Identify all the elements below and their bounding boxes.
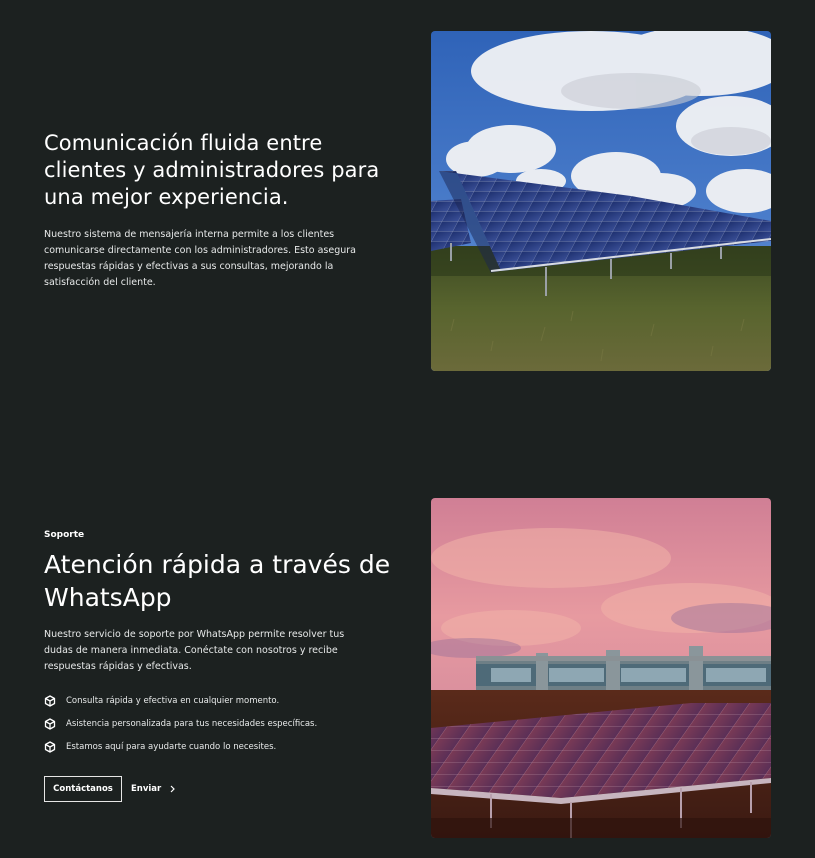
support-title: Atención rápida a través de WhatsApp (44, 550, 391, 612)
support-section-text: Soporte Atención rápida a través de What… (44, 530, 404, 802)
send-button-label: Enviar (131, 784, 162, 794)
page: Comunicación fluida entre clientes y adm… (0, 0, 815, 858)
feature-text: Consulta rápida y efectiva en cualquier … (66, 695, 280, 706)
feature-item: Asistencia personalizada para tus necesi… (44, 712, 404, 735)
cube-icon (44, 694, 56, 707)
support-tagline: Soporte (44, 530, 85, 540)
messaging-description: Nuestro sistema de mensajería interna pe… (44, 229, 357, 288)
cube-icon (44, 717, 56, 730)
feature-list: Consulta rápida y efectiva en cualquier … (44, 689, 404, 758)
messaging-title: Comunicación fluida entre clientes y adm… (44, 131, 380, 209)
solar-field-image (431, 31, 771, 371)
feature-text: Asistencia personalizada para tus necesi… (66, 718, 318, 729)
feature-item: Consulta rápida y efectiva en cualquier … (44, 689, 404, 712)
chevron-right-icon (170, 785, 176, 793)
feature-text: Estamos aquí para ayudarte cuando lo nec… (66, 741, 277, 752)
support-actions: Contáctanos Enviar (44, 776, 404, 802)
feature-item: Estamos aquí para ayudarte cuando lo nec… (44, 735, 404, 758)
send-button[interactable]: Enviar (131, 784, 176, 794)
contact-button[interactable]: Contáctanos (44, 776, 122, 802)
support-description: Nuestro servicio de soporte por WhatsApp… (44, 629, 345, 672)
messaging-section-text: Comunicación fluida entre clientes y adm… (44, 130, 404, 301)
cube-icon (44, 740, 56, 753)
solar-plant-sunset-image (431, 498, 771, 838)
